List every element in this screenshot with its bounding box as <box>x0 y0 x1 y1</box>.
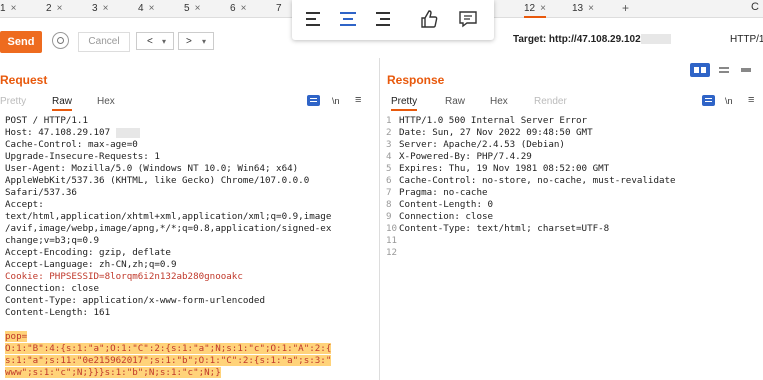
response-line: 8 Content-Length: 0 <box>386 199 494 210</box>
single-view-icon[interactable] <box>736 63 756 77</box>
tab-render[interactable]: Render <box>534 96 567 107</box>
tab-hex[interactable]: Hex <box>97 96 115 107</box>
request-line: /avif,image/webp,image/apng,*/*;q=0.8,ap… <box>5 223 332 234</box>
menu-icon[interactable]: ≡ <box>748 94 754 106</box>
tab-raw[interactable]: Raw <box>445 96 465 107</box>
request-line: POST / HTTP/1.1 <box>5 115 88 126</box>
close-icon[interactable]: × <box>588 3 594 14</box>
request-line: Cache-Control: max-age=0 <box>5 139 138 150</box>
tab-5[interactable]: 5 × <box>184 2 200 16</box>
request-line: Safari/537.36 <box>5 187 77 198</box>
request-line: Content-Type: application/x-www-form-url… <box>5 295 265 306</box>
response-line: 2 Date: Sun, 27 Nov 2022 09:48:50 GMT <box>386 127 593 138</box>
tab-12[interactable]: 12 × <box>524 2 546 18</box>
request-line: Cookie: PHPSESSID=8lorqm6i2n132ab280gnoo… <box>5 271 243 282</box>
request-line: Upgrade-Insecure-Requests: 1 <box>5 151 160 162</box>
body-line: pop= <box>5 331 28 342</box>
tab-label: 12 <box>524 3 536 14</box>
chevron-down-icon[interactable]: ▾ <box>202 33 206 51</box>
request-line: AppleWebKit/537.36 (KHTML, like Gecko) C… <box>5 175 310 186</box>
close-icon[interactable]: × <box>241 3 247 14</box>
tab-label: 5 <box>184 3 190 14</box>
tab-7[interactable]: 7 <box>276 2 287 16</box>
response-line: 3 Server: Apache/2.4.53 (Debian) <box>386 139 565 150</box>
close-icon[interactable]: × <box>149 3 155 14</box>
tab-label: 4 <box>138 3 144 14</box>
split-vertical-icon[interactable] <box>714 63 734 77</box>
request-toolbar: Send Cancel < ▾ > ▾ Target: http://47.10… <box>0 24 763 58</box>
response-line: 6 Cache-Control: no-store, no-cache, must… <box>386 175 676 186</box>
request-body-highlight[interactable]: pop= O:1:"B":4:{s:1:"a";O:1:"C":2:{s:1:"… <box>5 331 375 379</box>
tab-raw[interactable]: Raw <box>52 96 73 111</box>
back-label: < <box>147 36 153 47</box>
back-button[interactable]: < ▾ <box>136 32 174 50</box>
response-viewer[interactable]: 1 HTTP/1.0 500 Internal Server Error 2 Dat… <box>386 115 758 259</box>
tab-hex[interactable]: Hex <box>490 96 508 107</box>
response-line: 9 Connection: close <box>386 211 494 222</box>
request-line: User-Agent: Mozilla/5.0 (Windows NT 10.0… <box>5 163 299 174</box>
gear-icon[interactable] <box>52 32 69 49</box>
tab-13[interactable]: 13 × <box>572 2 594 16</box>
response-line: 12 <box>386 247 398 258</box>
message-actions-icon[interactable] <box>307 95 320 106</box>
response-line: 1 HTTP/1.0 500 Internal Server Error <box>386 115 588 126</box>
request-editor[interactable]: POST / HTTP/1.1 Host: 47.108.29.107 Cach… <box>5 115 373 319</box>
close-icon[interactable]: × <box>103 3 109 14</box>
close-icon[interactable]: × <box>540 3 546 14</box>
tab-2[interactable]: 2 × <box>46 2 62 16</box>
request-line: Accept: <box>5 199 44 210</box>
body-line: www";s:1:"c";N;}}}s:1:"b";N;s:1:"c";N;} <box>5 367 221 378</box>
request-line: Accept-Encoding: gzip, deflate <box>5 247 171 258</box>
http-version[interactable]: HTTP/1 <box>730 34 763 45</box>
response-line: 11 <box>386 235 398 246</box>
forward-label: > <box>186 36 192 47</box>
response-line: 10 Content-Type: text/html; charset=UTF-8 <box>386 223 610 234</box>
body-line: O:1:"B":4:{s:1:"a";O:1:"C":2:{s:1:"a";N;… <box>5 343 332 354</box>
response-line: 5 Expires: Thu, 19 Nov 1981 08:52:00 GMT <box>386 163 610 174</box>
tab-6[interactable]: 6 × <box>230 2 246 16</box>
window-edge-label: C <box>751 1 759 13</box>
target-url[interactable]: Target: http://47.108.29.102 <box>513 34 671 45</box>
chevron-down-icon[interactable]: ▾ <box>162 33 166 51</box>
request-line: Connection: close <box>5 283 100 294</box>
close-icon[interactable]: × <box>57 3 63 14</box>
response-line: 4 X-Powered-By: PHP/7.4.29 <box>386 151 532 162</box>
request-line: change;v=b3;q=0.9 <box>5 235 100 246</box>
target-label: Target: http://47.108.29.102 <box>513 34 641 45</box>
request-line: Host: 47.108.29.107 <box>5 127 373 139</box>
forward-button[interactable]: > ▾ <box>178 32 214 50</box>
tab-4[interactable]: 4 × <box>138 2 154 16</box>
tab-1[interactable]: 1 × <box>0 2 16 16</box>
tab-3[interactable]: 3 × <box>92 2 108 16</box>
request-line: text/html,application/xhtml+xml,applicat… <box>5 211 332 222</box>
message-actions-icon[interactable] <box>702 95 715 106</box>
response-view-tabs: Pretty Raw Hex Render <box>391 96 591 111</box>
menu-icon[interactable]: ≡ <box>355 94 361 106</box>
newline-toggle-icon[interactable]: \n <box>725 96 733 106</box>
panel-divider[interactable] <box>379 58 380 380</box>
tab-label: 3 <box>92 3 98 14</box>
close-icon[interactable]: × <box>195 3 201 14</box>
tab-label: 6 <box>230 3 236 14</box>
request-line: Accept-Language: zh-CN,zh;q=0.9 <box>5 259 177 270</box>
response-line: 7 Pragma: no-cache <box>386 187 488 198</box>
tab-label: 1 <box>0 3 6 14</box>
tab-label: 2 <box>46 3 52 14</box>
tab-label: 13 <box>572 3 584 14</box>
redacted-block <box>116 127 141 138</box>
request-title: Request <box>0 73 48 87</box>
add-tab-button[interactable]: + <box>622 1 629 15</box>
tab-label: 7 <box>276 3 282 14</box>
request-line: Content-Length: 161 <box>5 307 111 318</box>
redacted-block <box>640 34 671 45</box>
newline-toggle-icon[interactable]: \n <box>332 96 340 106</box>
close-icon[interactable]: × <box>11 3 17 14</box>
body-line: s:1:"a";s:11:"0e215962017";s:1:"b";O:1:"… <box>5 355 332 366</box>
response-title: Response <box>387 73 445 87</box>
send-button[interactable]: Send <box>0 31 42 53</box>
cancel-button[interactable]: Cancel <box>78 32 130 52</box>
tab-pretty[interactable]: Pretty <box>0 96 26 107</box>
split-horizontal-icon[interactable] <box>690 63 710 77</box>
tab-pretty[interactable]: Pretty <box>391 96 418 111</box>
